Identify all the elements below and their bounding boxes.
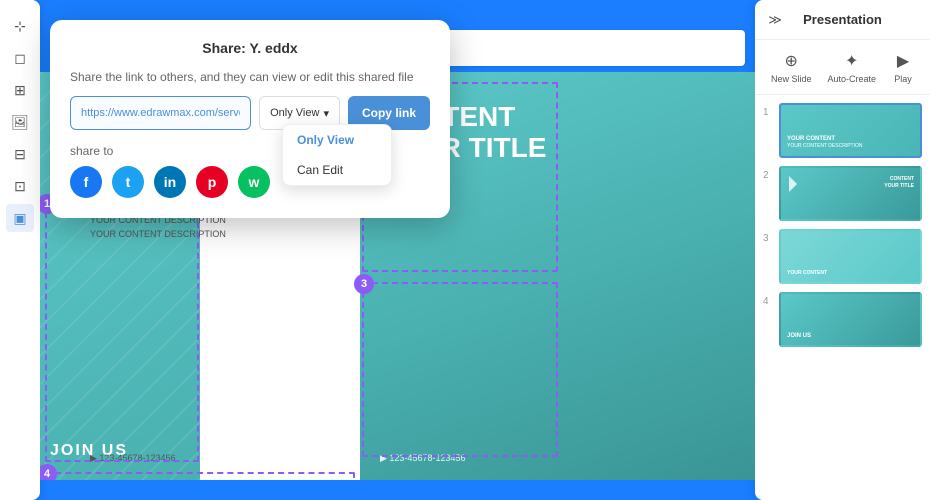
slide-panel: ≫ Presentation ⊕ New Slide ✦ Auto-Create… — [755, 0, 930, 500]
image-tool[interactable]: 🖼 — [6, 108, 34, 136]
expand-tool[interactable]: ⊡ — [6, 172, 34, 200]
slide-thumb-1[interactable]: YOUR CONTENTYOUR CONTENT DESCRIPTION — [779, 103, 922, 158]
slide-num-2: 2 — [763, 166, 773, 181]
auto-create-icon: ✦ — [841, 50, 863, 72]
linkedin-share-btn[interactable]: in — [154, 166, 186, 198]
slide-thumb-4[interactable]: JOIN US — [779, 292, 922, 347]
new-slide-btn[interactable]: ⊕ New Slide — [771, 50, 812, 84]
thumb1-text: YOUR CONTENTYOUR CONTENT DESCRIPTION — [787, 136, 862, 150]
left-toolbar: ⊹ ◻ ⊞ 🖼 ⊟ ⊡ ▣ — [0, 0, 40, 500]
slide-num-1: 1 — [763, 103, 773, 118]
grid-tool[interactable]: ⊞ — [6, 76, 34, 104]
twitter-share-btn[interactable]: t — [112, 166, 144, 198]
slide-num-4: 4 — [763, 292, 773, 307]
expand-panel-btn[interactable]: ≫ — [763, 8, 787, 32]
play-btn[interactable]: ▶ Play — [892, 50, 914, 84]
shapes-tool[interactable]: ◻ — [6, 44, 34, 72]
share-dialog: Share: Y. eddx Share the link to others,… — [50, 20, 450, 218]
dropdown-arrow-icon: ▾ — [323, 107, 329, 120]
present-tool[interactable]: ▣ — [6, 204, 34, 232]
slide-thumb-2[interactable]: CONTENTYOUR TITLE — [779, 166, 922, 221]
new-slide-label: New Slide — [771, 74, 812, 84]
auto-create-btn[interactable]: ✦ Auto-Create — [827, 50, 876, 84]
slide-item-3[interactable]: 3 YOUR CONTENT — [763, 229, 922, 284]
dialog-title: Share: Y. eddx — [70, 40, 430, 56]
link-input[interactable] — [70, 96, 251, 130]
thumb4-join: JOIN US — [787, 333, 811, 339]
thumb3-text: YOUR CONTENT — [787, 270, 827, 276]
permission-dropdown-menu: Only View Can Edit — [282, 124, 392, 186]
option-can-edit[interactable]: Can Edit — [283, 155, 391, 185]
slide-item-1[interactable]: 1 YOUR CONTENTYOUR CONTENT DESCRIPTION — [763, 103, 922, 158]
slide-panel-tools: ⊕ New Slide ✦ Auto-Create ▶ Play — [755, 40, 930, 95]
phone-right: ▶ 123-45678-123456 — [380, 453, 466, 464]
wechat-share-btn[interactable]: w — [238, 166, 270, 198]
slide-thumb-3[interactable]: YOUR CONTENT — [779, 229, 922, 284]
auto-create-label: Auto-Create — [827, 74, 876, 84]
play-label: Play — [894, 74, 912, 84]
new-slide-icon: ⊕ — [780, 50, 802, 72]
slide-item-4[interactable]: 4 JOIN US — [763, 292, 922, 347]
permission-label: Only View — [270, 107, 319, 119]
slide-list: 1 YOUR CONTENTYOUR CONTENT DESCRIPTION 2… — [755, 95, 930, 495]
slide-num-3: 3 — [763, 229, 773, 244]
table-tool[interactable]: ⊟ — [6, 140, 34, 168]
slide-item-2[interactable]: 2 CONTENTYOUR TITLE — [763, 166, 922, 221]
pinterest-share-btn[interactable]: p — [196, 166, 228, 198]
facebook-share-btn[interactable]: f — [70, 166, 102, 198]
option-only-view[interactable]: Only View — [283, 125, 391, 155]
cursor-tool[interactable]: ⊹ — [6, 12, 34, 40]
thumb2-title: CONTENTYOUR TITLE — [884, 176, 914, 189]
phone-number: ▶ 123-45678-123456 — [90, 453, 176, 464]
play-icon: ▶ — [892, 50, 914, 72]
dialog-desc: Share the link to others, and they can v… — [70, 70, 430, 84]
